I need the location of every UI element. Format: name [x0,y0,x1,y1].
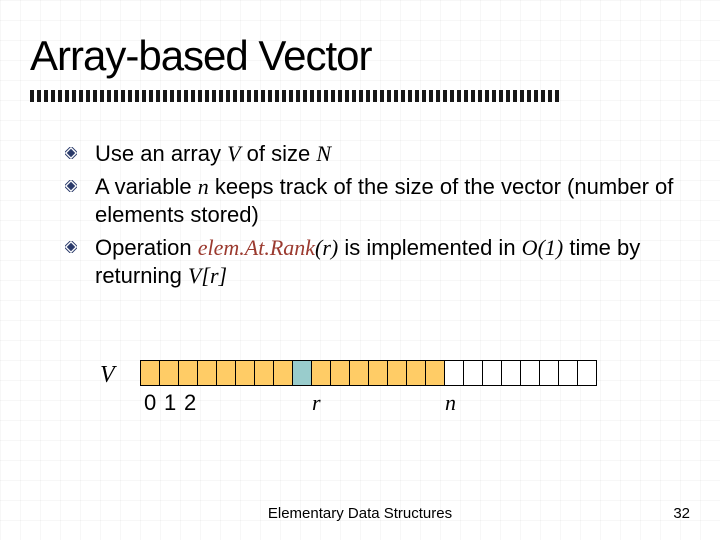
b3-O: O [522,235,538,260]
b3-idx-open: [ [201,263,210,288]
array-cells [140,360,597,386]
array-cell [178,360,198,386]
b1-text-mid: of size [241,141,317,166]
index-n: n [445,390,456,416]
array-cell [425,360,445,386]
footer-text: Elementary Data Structures [0,505,720,522]
index-1: 1 [164,390,176,416]
diamond-icon [65,147,77,159]
b3-call: elem.At.Rank [198,235,315,260]
b3-r: r [322,235,331,260]
b2-n: n [198,174,209,199]
page-number: 32 [673,505,690,522]
array-cell [140,360,160,386]
b1-N: N [316,141,331,166]
array-cell [311,360,331,386]
array-cell [501,360,521,386]
index-0: 0 [144,390,156,416]
b3-text-mid: is implemented in [338,235,521,260]
bullet-2: A variable n keeps track of the size of … [65,173,680,230]
array-label: V [100,362,115,389]
array-cell [216,360,236,386]
b3-idx-close: ] [219,263,228,288]
array-cell [463,360,483,386]
bullet-3: Operation elem.At.Rank(r) is implemented… [65,234,680,291]
array-cell [558,360,578,386]
b3-ridx: r [210,263,219,288]
array-cell [273,360,293,386]
array-cell [197,360,217,386]
array-cell [235,360,255,386]
array-cell [387,360,407,386]
b3-text-pre: Operation [95,235,198,260]
array-cell [482,360,502,386]
title-underline [30,90,560,102]
array-cell [292,360,312,386]
array-cell [577,360,597,386]
array-cell [159,360,179,386]
array-cell [330,360,350,386]
index-2: 2 [184,390,196,416]
array-cell [368,360,388,386]
slide: Array-based Vector Use an array V of siz… [0,0,720,540]
index-r: r [312,390,321,416]
b1-V: V [227,141,240,166]
b2-text-pre: A variable [95,174,198,199]
b1-text-pre: Use an array [95,141,227,166]
diamond-icon [65,241,77,253]
array-cell [349,360,369,386]
bullet-1: Use an array V of size N [65,140,680,169]
array-cell [254,360,274,386]
array-cell [406,360,426,386]
body-text: Use an array V of size N A variable n ke… [65,140,680,295]
array-cell [520,360,540,386]
slide-title: Array-based Vector [30,32,372,80]
b3-V: V [188,263,201,288]
b3-O-args: (1) [538,235,564,260]
diamond-icon [65,180,77,192]
array-cell [539,360,559,386]
array-cell [444,360,464,386]
